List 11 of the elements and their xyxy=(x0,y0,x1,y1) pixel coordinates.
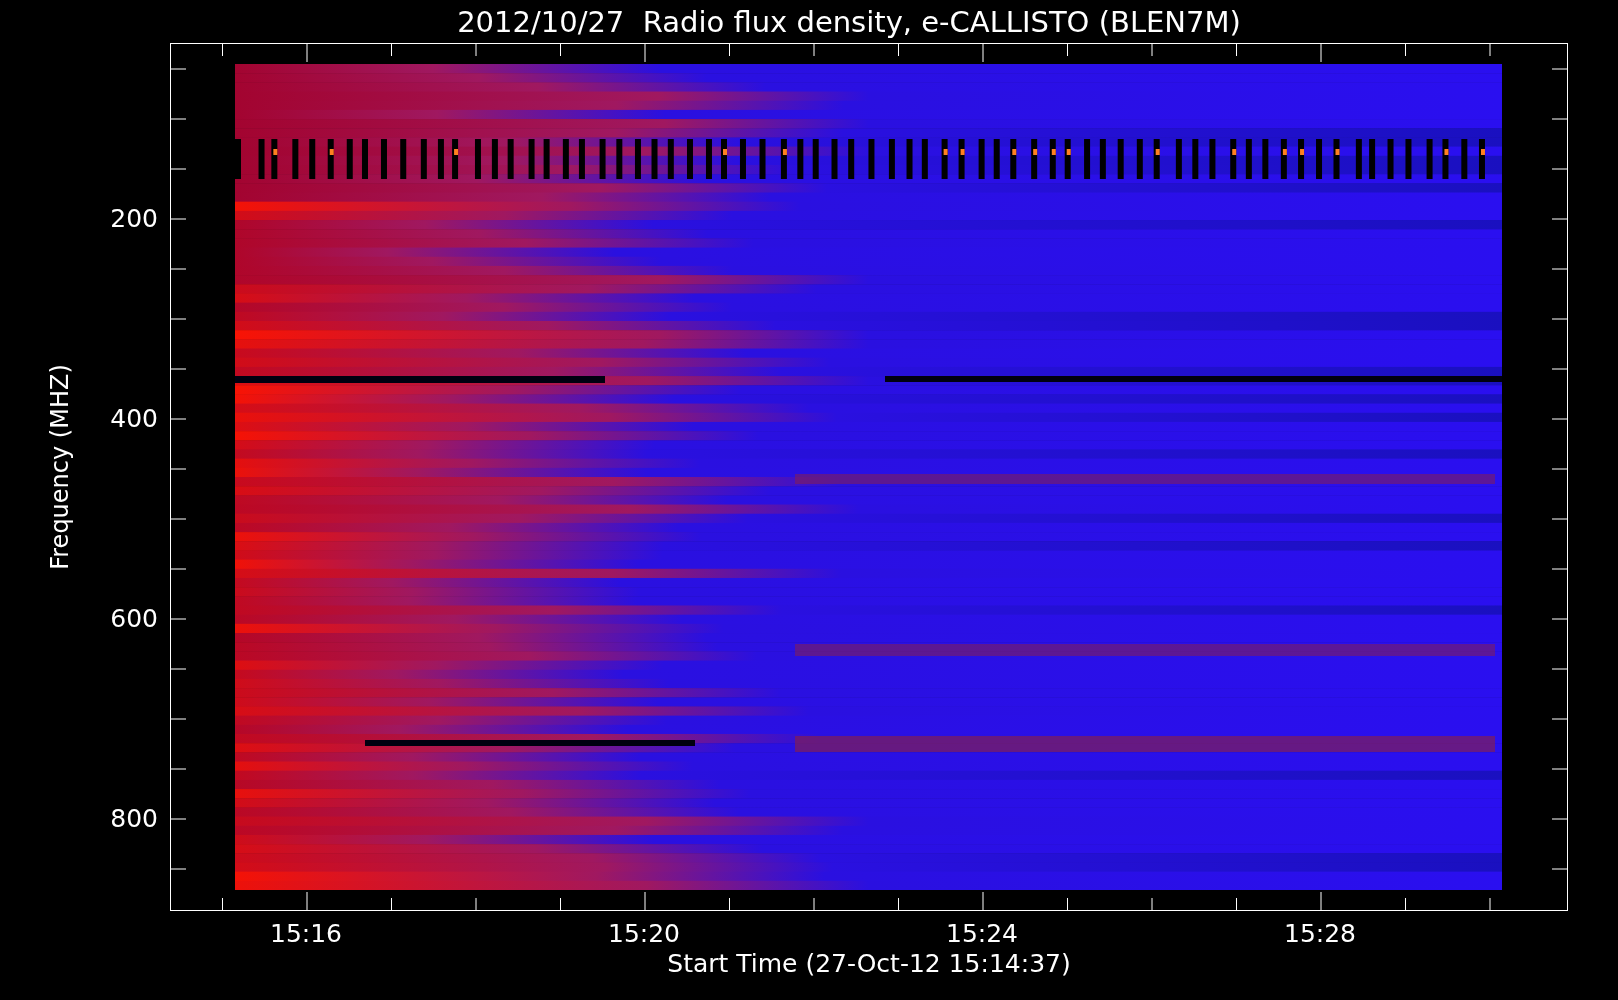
chart-title: 2012/10/27 Radio flux density, e-CALLISTO (BLEN7M) xyxy=(456,3,1242,41)
y-tick-label: 400 xyxy=(110,403,158,433)
x-tick-label: 15:16 xyxy=(270,919,342,948)
x-axis-label: Start Time (27-Oct-12 15:14:37) xyxy=(667,949,1071,978)
x-tick-label: 15:28 xyxy=(1284,919,1356,948)
y-tick-label: 800 xyxy=(110,803,158,833)
y-tick-label: 600 xyxy=(110,603,158,633)
x-tick-label: 15:24 xyxy=(946,919,1018,948)
x-tick-label: 15:20 xyxy=(608,919,680,948)
y-axis-label: Frequency (MHZ) xyxy=(46,364,74,570)
y-tick-label: 200 xyxy=(110,203,158,233)
